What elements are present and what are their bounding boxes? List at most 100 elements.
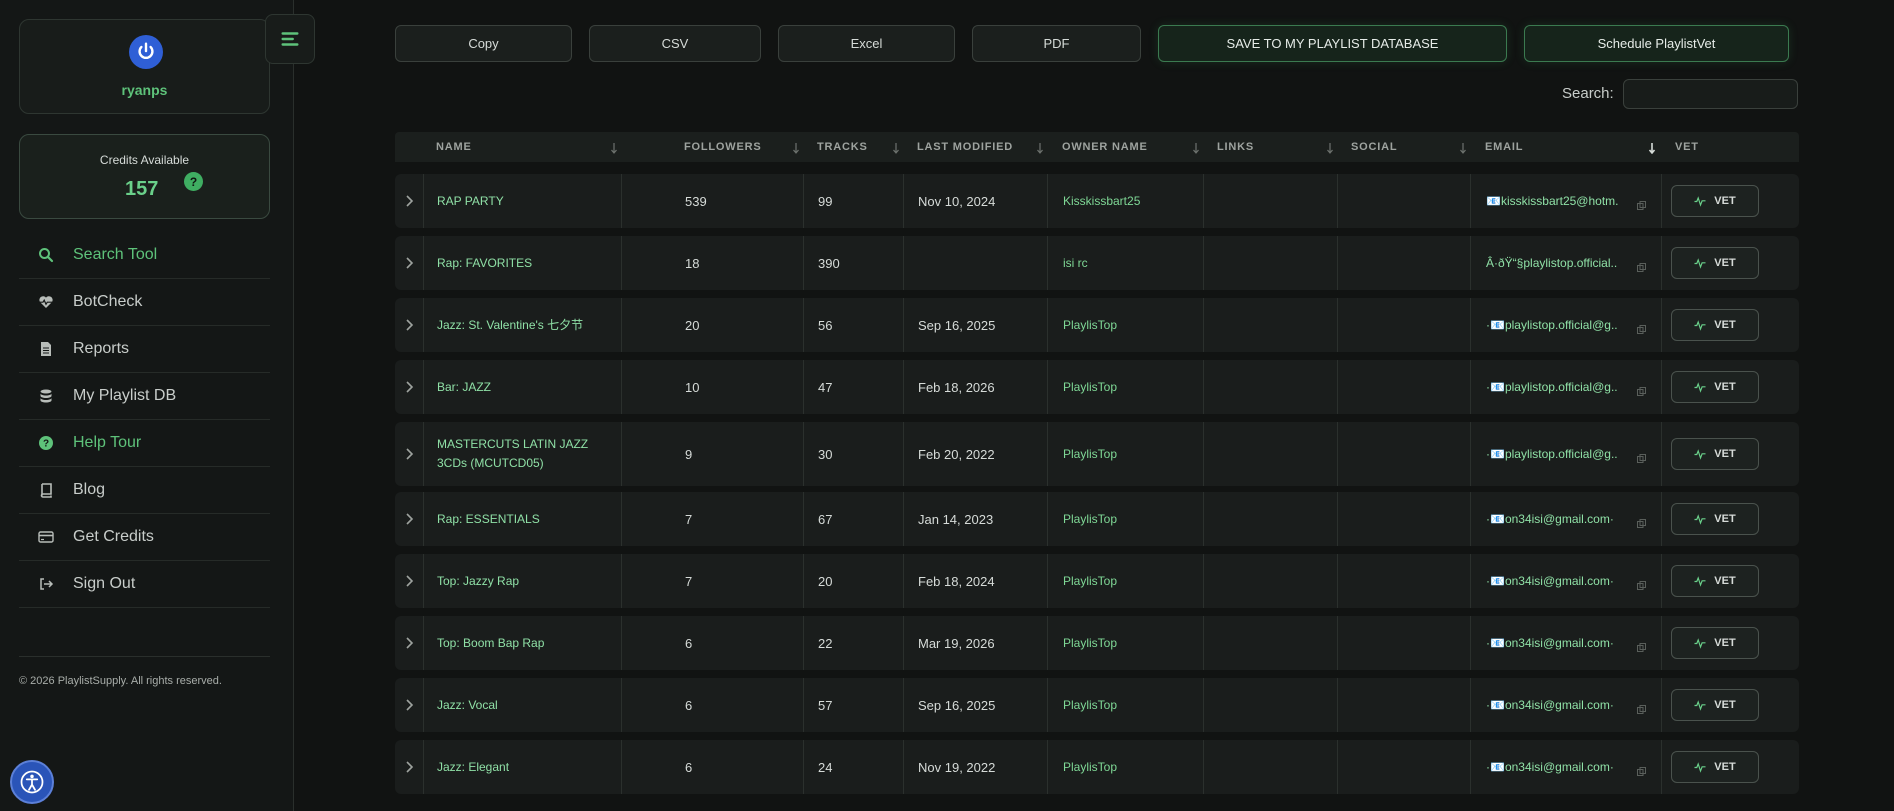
cell-name[interactable]: Rap: FAVORITES	[437, 236, 612, 290]
excel-button[interactable]: Excel	[778, 25, 955, 62]
credits-help-icon[interactable]: ?	[184, 172, 203, 191]
cell-followers: 7	[685, 511, 693, 527]
sort-icon[interactable]	[892, 141, 900, 154]
cell-email[interactable]: ·📧on34isi@gmail.com·	[1486, 740, 1618, 794]
sidebar-item-reports[interactable]: Reports	[19, 326, 270, 373]
power-icon[interactable]	[129, 35, 163, 69]
cell-email[interactable]: ·📧playlistop.official@g...	[1486, 422, 1618, 486]
cell-owner[interactable]: isi rc	[1063, 236, 1198, 290]
copy-email-icon[interactable]	[1637, 701, 1646, 714]
cell-email[interactable]: ·📧playlistop.official@g...	[1486, 360, 1618, 414]
expand-row-icon[interactable]	[395, 678, 423, 732]
column-header-email[interactable]: EMAIL	[1485, 132, 1523, 162]
cell-email[interactable]: ·📧on34isi@gmail.com·	[1486, 616, 1618, 670]
cell-owner[interactable]: PlaylisTop	[1063, 360, 1198, 414]
sort-icon[interactable]	[1459, 141, 1467, 154]
cell-email[interactable]: ·📧on34isi@gmail.com·	[1486, 554, 1618, 608]
table-row: Top: Boom Bap Rap 6 22 Mar 19, 2026 PlaylisT…	[395, 616, 1799, 670]
cell-owner[interactable]: PlaylisTop	[1063, 678, 1198, 732]
sort-icon[interactable]	[1648, 141, 1656, 155]
cell-tracks: 20	[818, 573, 833, 589]
vet-button[interactable]: VET	[1671, 309, 1759, 341]
vet-button[interactable]: VET	[1671, 371, 1759, 403]
cell-email[interactable]: Â·ðŸ“§playlistop.official...	[1486, 236, 1618, 290]
sort-icon[interactable]	[610, 141, 618, 154]
cell-owner[interactable]: Kisskissbart25	[1063, 174, 1198, 228]
expand-row-icon[interactable]	[395, 554, 423, 608]
cell-name[interactable]: Jazz: Vocal	[437, 678, 612, 732]
copy-button[interactable]: Copy	[395, 25, 572, 62]
vet-button[interactable]: VET	[1671, 627, 1759, 659]
menu-toggle-button[interactable]	[265, 14, 315, 64]
expand-row-icon[interactable]	[395, 174, 423, 228]
cell-owner[interactable]: PlaylisTop	[1063, 298, 1198, 352]
expand-row-icon[interactable]	[395, 298, 423, 352]
sidebar-item-search-tool[interactable]: Search Tool	[19, 232, 270, 279]
copy-email-icon[interactable]	[1637, 639, 1646, 652]
sidebar-item-blog[interactable]: Blog	[19, 467, 270, 514]
expand-row-icon[interactable]	[395, 616, 423, 670]
expand-row-icon[interactable]	[395, 236, 423, 290]
column-header-tracks[interactable]: TRACKS	[817, 132, 868, 162]
column-header-owner[interactable]: OWNER NAME	[1062, 132, 1148, 162]
sort-icon[interactable]	[1036, 141, 1044, 154]
cell-email[interactable]: ·📧playlistop.official@g...	[1486, 298, 1618, 352]
cell-name[interactable]: Top: Boom Bap Rap	[437, 616, 612, 670]
cell-name[interactable]: Jazz: St. Valentine's 七夕节	[437, 298, 612, 352]
vet-button[interactable]: VET	[1671, 503, 1759, 535]
column-header-followers[interactable]: FOLLOWERS	[684, 132, 761, 162]
cell-email[interactable]: ·📧on34isi@gmail.com·	[1486, 492, 1618, 546]
csv-button[interactable]: CSV	[589, 25, 761, 62]
copy-email-icon[interactable]	[1637, 763, 1646, 776]
cell-name[interactable]: Jazz: Elegant	[437, 740, 612, 794]
expand-row-icon[interactable]	[395, 740, 423, 794]
copy-email-icon[interactable]	[1637, 450, 1646, 463]
vet-button[interactable]: VET	[1671, 438, 1759, 470]
schedule-playlistvet-button[interactable]: Schedule PlaylistVet	[1524, 25, 1789, 62]
sidebar-item-botcheck[interactable]: BotCheck	[19, 279, 270, 326]
vet-button[interactable]: VET	[1671, 689, 1759, 721]
cell-owner[interactable]: PlaylisTop	[1063, 554, 1198, 608]
copy-email-icon[interactable]	[1637, 321, 1646, 334]
cell-name[interactable]: Rap: ESSENTIALS	[437, 492, 612, 546]
cell-owner[interactable]: PlaylisTop	[1063, 492, 1198, 546]
sidebar-item-my-playlist-db[interactable]: My Playlist DB	[19, 373, 270, 420]
column-header-last-modified[interactable]: LAST MODIFIED	[917, 132, 1013, 162]
column-header-links[interactable]: LINKS	[1217, 132, 1254, 162]
cell-owner[interactable]: PlaylisTop	[1063, 616, 1198, 670]
expand-row-icon[interactable]	[395, 422, 423, 486]
sort-icon[interactable]	[1192, 141, 1200, 154]
column-divider	[803, 678, 804, 732]
cell-owner[interactable]: PlaylisTop	[1063, 740, 1198, 794]
copy-email-icon[interactable]	[1637, 259, 1646, 272]
sort-icon[interactable]	[1326, 141, 1334, 154]
column-header-vet[interactable]: VET	[1675, 132, 1699, 162]
vet-button[interactable]: VET	[1671, 185, 1759, 217]
vet-button[interactable]: VET	[1671, 565, 1759, 597]
column-header-name[interactable]: NAME	[436, 132, 472, 162]
expand-row-icon[interactable]	[395, 360, 423, 414]
save-to-playlist-db-button[interactable]: SAVE TO MY PLAYLIST DATABASE	[1158, 25, 1507, 62]
cell-name[interactable]: MASTERCUTS LATIN JAZZ 3CDs (MCUTCD05)	[437, 422, 612, 486]
expand-row-icon[interactable]	[395, 492, 423, 546]
cell-email[interactable]: 📧kisskissbart25@hotm...	[1486, 174, 1618, 228]
cell-name[interactable]: RAP PARTY	[437, 174, 612, 228]
column-header-social[interactable]: SOCIAL	[1351, 132, 1397, 162]
search-input[interactable]	[1623, 79, 1798, 109]
copy-email-icon[interactable]	[1637, 515, 1646, 528]
sort-icon[interactable]	[792, 141, 800, 154]
cell-name[interactable]: Top: Jazzy Rap	[437, 554, 612, 608]
cell-owner[interactable]: PlaylisTop	[1063, 422, 1198, 486]
cell-email[interactable]: ·📧on34isi@gmail.com·	[1486, 678, 1618, 732]
sidebar-item-help-tour[interactable]: ? Help Tour	[19, 420, 270, 467]
copy-email-icon[interactable]	[1637, 197, 1646, 210]
vet-button[interactable]: VET	[1671, 247, 1759, 279]
accessibility-icon[interactable]	[10, 760, 54, 804]
cell-name[interactable]: Bar: JAZZ	[437, 360, 612, 414]
pdf-button[interactable]: PDF	[972, 25, 1141, 62]
sidebar-item-get-credits[interactable]: Get Credits	[19, 514, 270, 561]
copy-email-icon[interactable]	[1637, 383, 1646, 396]
sidebar-item-sign-out[interactable]: Sign Out	[19, 561, 270, 608]
copy-email-icon[interactable]	[1637, 577, 1646, 590]
vet-button[interactable]: VET	[1671, 751, 1759, 783]
